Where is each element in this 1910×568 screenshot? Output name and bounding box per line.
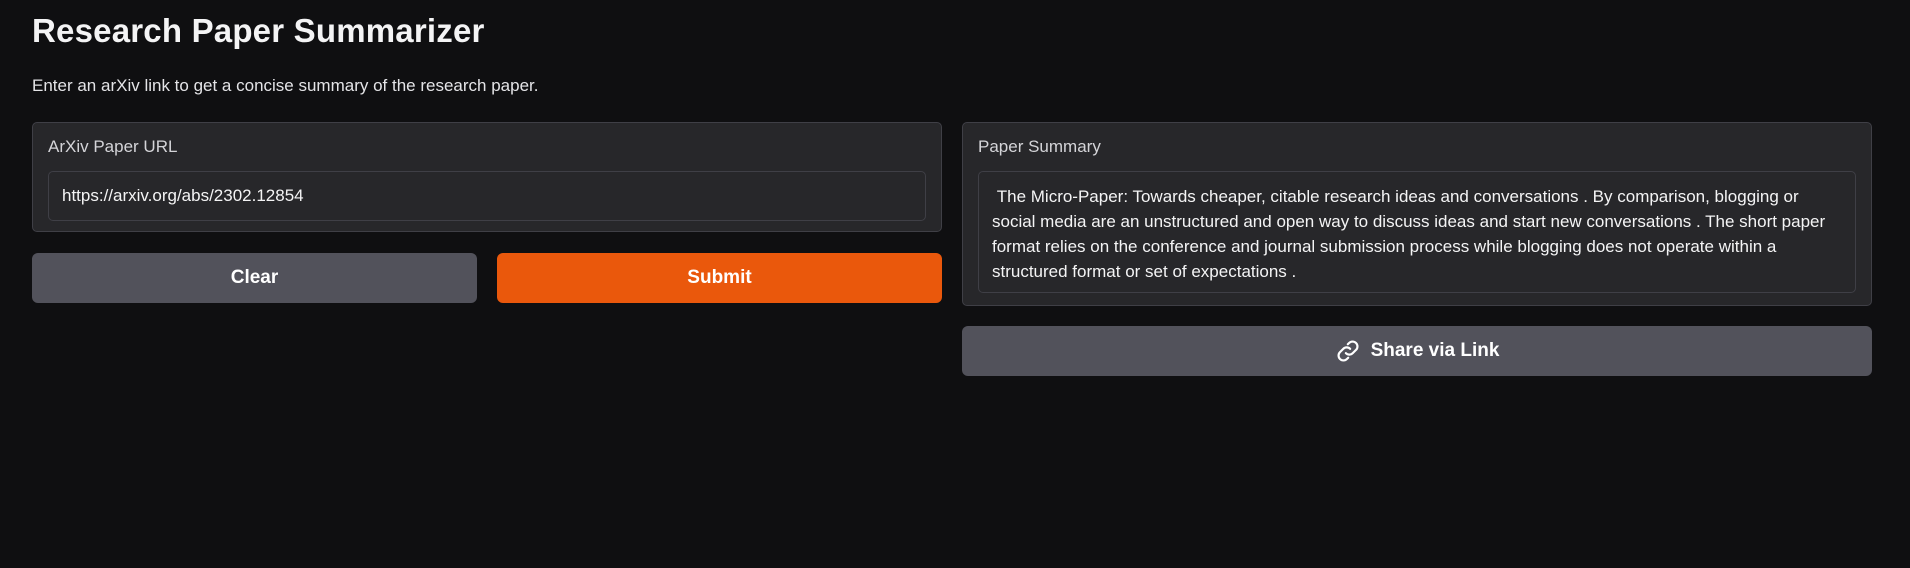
share-button-label: Share via Link — [1370, 340, 1500, 361]
summary-panel: Paper Summary The Micro-Paper: Towards c… — [962, 122, 1872, 306]
app-root: Research Paper Summarizer Enter an arXiv… — [0, 0, 1910, 568]
share-via-link-button[interactable]: Share via Link — [962, 326, 1872, 376]
page-title: Research Paper Summarizer — [32, 12, 485, 49]
summary-output[interactable]: The Micro-Paper: Towards cheaper, citabl… — [978, 171, 1856, 293]
link-icon — [1337, 340, 1359, 362]
url-panel: ArXiv Paper URL — [32, 122, 942, 232]
summary-label: Paper Summary — [978, 137, 1101, 156]
arxiv-url-input[interactable] — [48, 171, 926, 221]
clear-button[interactable]: Clear — [32, 253, 477, 303]
url-field-label: ArXiv Paper URL — [48, 137, 178, 156]
submit-button[interactable]: Submit — [497, 253, 942, 303]
page-subtitle: Enter an arXiv link to get a concise sum… — [32, 76, 539, 95]
